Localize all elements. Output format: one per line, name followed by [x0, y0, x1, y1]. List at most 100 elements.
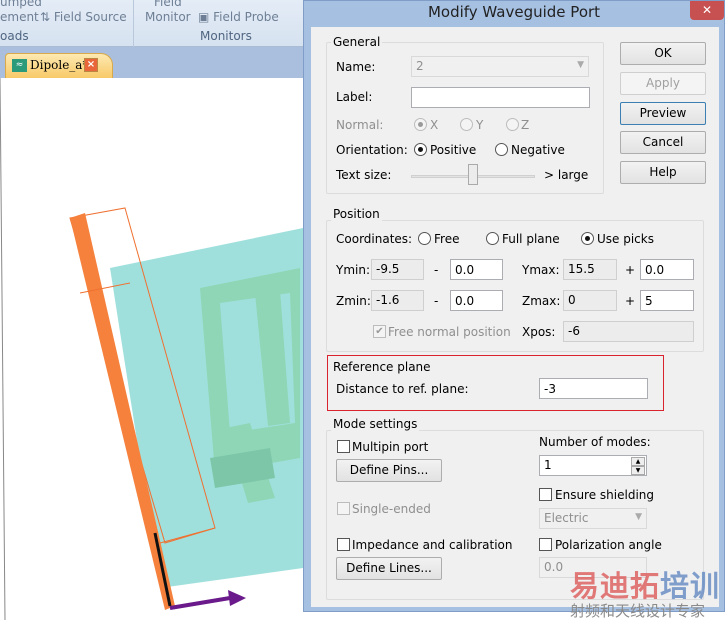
spin-down-icon[interactable]: ▼	[631, 466, 645, 475]
field-monitor-label[interactable]: Field	[154, 0, 182, 9]
apply-button[interactable]: Apply	[620, 72, 706, 95]
minus-sign: -	[434, 294, 439, 308]
help-button[interactable]: Help	[620, 161, 706, 184]
preview-button[interactable]: Preview	[620, 102, 706, 125]
general-title: General	[331, 35, 383, 49]
field-probe-label: Field Probe	[213, 10, 279, 24]
free-normal-position-checkbox[interactable]: ✔	[373, 325, 386, 338]
normal-y-label: Y	[476, 118, 484, 132]
dialog-title: Modify Waveguide Port	[427, 3, 601, 21]
normal-x-label: X	[430, 118, 439, 132]
position-title: Position	[331, 207, 382, 221]
define-lines-button[interactable]: Define Lines...	[336, 557, 442, 580]
text-size-max-label: > large	[544, 168, 589, 182]
normal-label: Normal:	[336, 118, 384, 132]
coordinates-full-plane-radio[interactable]	[486, 232, 499, 245]
single-ended-label: Single-ended	[352, 502, 431, 516]
ymin-label: Ymin:	[336, 263, 371, 277]
coordinates-full-plane-label: Full plane	[502, 232, 560, 246]
field-source-button[interactable]: ⇅ Field Source	[40, 10, 127, 24]
shielding-dropdown[interactable]: Electric ▼	[539, 508, 647, 529]
group-label: oads	[0, 29, 29, 43]
orientation-negative-radio[interactable]	[495, 143, 508, 156]
distance-label: Distance to ref. plane:	[336, 382, 469, 396]
normal-y-radio[interactable]	[460, 118, 473, 131]
ymax-offset-input[interactable]	[640, 259, 694, 280]
single-ended-checkbox[interactable]	[337, 502, 350, 515]
close-tab-icon[interactable]: ×	[84, 58, 98, 72]
document-tab[interactable]: ≈ Dipole_a* ×	[5, 53, 113, 78]
document-tab-strip: ≈ Dipole_a* ×	[0, 47, 303, 78]
chevron-down-icon: ▼	[577, 60, 584, 70]
watermark-subtitle: 射频和天线设计专家	[570, 602, 706, 620]
ymax-label: Ymax:	[522, 263, 560, 277]
model-view[interactable]	[0, 77, 303, 621]
ribbon-item[interactable]: umped	[0, 0, 42, 9]
ymin-offset-input[interactable]	[450, 259, 503, 280]
3d-viewport[interactable]	[0, 77, 303, 621]
reference-plane-title: Reference plane	[333, 360, 431, 374]
name-value: 2	[416, 59, 424, 73]
cancel-button[interactable]: Cancel	[620, 131, 706, 154]
impedance-calibration-checkbox[interactable]	[337, 538, 350, 551]
shielding-value: Electric	[544, 511, 589, 525]
field-source-label: Field Source	[53, 10, 127, 24]
plus-sign: +	[625, 263, 636, 277]
distance-input[interactable]	[539, 378, 648, 399]
number-of-modes-label: Number of modes:	[539, 435, 651, 449]
spin-up-icon[interactable]: ▲	[631, 457, 645, 466]
coordinates-free-label: Free	[434, 232, 460, 246]
chevron-down-icon: ▼	[635, 512, 642, 522]
define-pins-button[interactable]: Define Pins...	[336, 459, 442, 482]
ymin-value: -9.5	[371, 259, 424, 280]
coordinates-label: Coordinates:	[336, 232, 413, 246]
polarization-angle-label: Polarization angle	[555, 538, 662, 552]
ymax-value: 15.5	[563, 259, 617, 280]
zmin-value: -1.6	[371, 290, 424, 311]
watermark-text: 易迪拓	[570, 569, 661, 603]
watermark: 易迪拓培训	[570, 563, 720, 605]
group-label: Monitors	[200, 29, 252, 43]
document-tab-label: Dipole_a*	[30, 58, 89, 72]
label-label: Label:	[336, 90, 373, 104]
coordinates-use-picks-label: Use picks	[597, 232, 654, 246]
dialog-client: General Name: 2 ▼ Label: Normal: X Y Z Or…	[311, 27, 719, 607]
minus-sign: -	[434, 263, 439, 277]
ensure-shielding-checkbox[interactable]	[539, 488, 552, 501]
close-button[interactable]: ✕	[690, 1, 724, 20]
normal-z-label: Z	[521, 118, 530, 132]
multipin-port-checkbox[interactable]	[337, 440, 350, 453]
zmax-label: Zmax:	[522, 294, 561, 308]
modify-waveguide-port-dialog: Modify Waveguide Port ✕ General Name: 2 ▼…	[303, 0, 725, 612]
mode-settings-title: Mode settings	[331, 417, 420, 431]
polarization-angle-checkbox[interactable]	[539, 538, 552, 551]
normal-z-radio[interactable]	[506, 118, 519, 131]
divider	[133, 0, 134, 47]
label-input[interactable]	[411, 87, 590, 108]
field-probe-button[interactable]: ▣ Field Probe	[198, 10, 279, 24]
name-label: Name:	[336, 60, 376, 74]
text-size-slider-thumb[interactable]	[468, 164, 478, 185]
orientation-negative-label: Negative	[511, 143, 565, 157]
coordinates-free-radio[interactable]	[418, 232, 431, 245]
field-monitor-label[interactable]: Monitor	[145, 10, 191, 24]
orientation-label: Orientation:	[336, 143, 408, 157]
orientation-positive-radio[interactable]	[414, 143, 427, 156]
ribbon-item[interactable]: ement	[0, 10, 39, 24]
zmin-offset-input[interactable]	[450, 290, 503, 311]
impedance-calibration-label: Impedance and calibration	[352, 538, 513, 552]
multipin-port-label: Multipin port	[352, 440, 429, 454]
ribbon: umped ement ⇅ Field Source oads Field Mo…	[0, 0, 303, 47]
coordinates-use-picks-radio[interactable]	[581, 232, 594, 245]
plus-sign: +	[625, 294, 636, 308]
number-of-modes-spinner[interactable]: 1 ▲ ▼	[539, 455, 647, 476]
zmax-offset-input[interactable]	[640, 290, 694, 311]
zmin-label: Zmin:	[336, 294, 371, 308]
ok-button[interactable]: OK	[620, 42, 706, 65]
name-dropdown[interactable]: 2 ▼	[411, 56, 589, 77]
free-normal-position-label: Free normal position	[388, 325, 511, 339]
normal-x-radio[interactable]	[414, 118, 427, 131]
ensure-shielding-label: Ensure shielding	[555, 488, 654, 502]
xpos-label: Xpos:	[522, 325, 556, 339]
waves-icon: ≈	[12, 59, 27, 72]
